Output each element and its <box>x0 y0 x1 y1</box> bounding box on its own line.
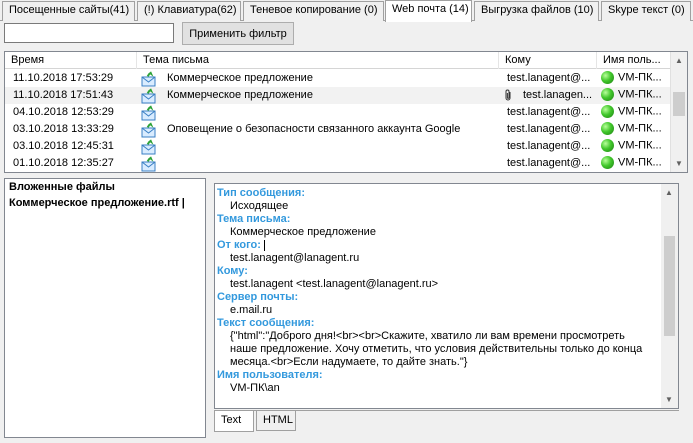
row-subject: Коммерческое предложение <box>167 72 313 84</box>
user-name-label: Имя пользователя: <box>217 369 323 381</box>
outgoing-mail-icon <box>141 70 159 87</box>
row-time: 03.10.2018 13:33:29 <box>13 123 114 135</box>
status-online-icon <box>601 156 614 169</box>
panel-splitter[interactable] <box>208 178 212 438</box>
row-user: VM-ПК... <box>599 121 669 138</box>
from-value: test.lanagent@lanagent.ru <box>230 252 360 264</box>
message-text-label: Текст сообщения: <box>217 317 315 329</box>
to-label: Кому: <box>217 265 248 277</box>
table-body: 11.10.2018 17:53:29 Коммерческое предложе… <box>5 70 672 172</box>
outgoing-mail-icon <box>141 121 159 138</box>
details-scroll-down-icon[interactable]: ▼ <box>661 391 677 408</box>
server-value: e.mail.ru <box>230 304 273 316</box>
row-user: VM-ПК... <box>599 104 669 121</box>
user-name-value: VM-ПК\an <box>230 382 280 394</box>
details-scroll-up-icon[interactable]: ▲ <box>661 184 677 201</box>
column-header-user[interactable]: Имя поль... <box>597 52 672 69</box>
table-row[interactable]: 11.10.2018 17:51:43 Коммерческое предложе… <box>5 87 672 104</box>
column-header-subject[interactable]: Тема письма <box>137 52 499 69</box>
table-row[interactable]: 01.10.2018 12:35:27 test.lanagent@... VM-П… <box>5 155 672 172</box>
status-online-icon <box>601 139 614 152</box>
server-label: Сервер почты: <box>217 291 299 303</box>
outgoing-mail-icon <box>141 104 159 121</box>
table-row[interactable]: 11.10.2018 17:53:29 Коммерческое предложе… <box>5 70 672 87</box>
apply-filter-button[interactable]: Применить фильтр <box>182 22 294 45</box>
subject-value: Коммерческое предложение <box>230 226 376 238</box>
paperclip-icon <box>503 87 517 104</box>
scroll-down-icon[interactable]: ▼ <box>671 155 687 172</box>
attachments-title: Вложенные файлы <box>9 181 115 193</box>
row-subject: Оповещение о безопасности связанного акк… <box>167 123 461 135</box>
table-row[interactable]: 04.10.2018 12:53:29 test.lanagent@... VM-П… <box>5 104 672 121</box>
row-user: VM-ПК... <box>599 87 669 104</box>
row-user-text: VM-ПК... <box>618 122 662 135</box>
status-online-icon <box>601 122 614 135</box>
text-caret <box>263 239 265 251</box>
tab-text[interactable]: Text <box>214 411 254 432</box>
row-user: VM-ПК... <box>599 155 669 172</box>
table-row[interactable]: 03.10.2018 12:45:31 test.lanagent@... VM-П… <box>5 138 672 155</box>
message-type-label: Тип сообщения: <box>217 187 305 199</box>
outgoing-mail-icon <box>141 87 159 104</box>
tab-keyboard[interactable]: (!) Клавиатура(62) <box>137 1 241 21</box>
status-online-icon <box>601 88 614 101</box>
filter-input[interactable] <box>4 23 174 43</box>
row-user-text: VM-ПК... <box>618 105 662 118</box>
row-subject: Коммерческое предложение <box>167 89 313 101</box>
top-tab-bar: Посещенные сайты(41) (!) Клавиатура(62) … <box>0 0 693 22</box>
message-details: Тип сообщения: Исходящее Тема письма: Ко… <box>214 183 679 409</box>
tab-visited-sites[interactable]: Посещенные сайты(41) <box>2 1 135 21</box>
row-user-text: VM-ПК... <box>618 139 662 152</box>
row-time: 03.10.2018 12:45:31 <box>13 140 114 152</box>
table-scrollbar[interactable]: ▲ ▼ <box>670 52 687 172</box>
scroll-up-icon[interactable]: ▲ <box>671 52 687 69</box>
to-value: test.lanagent <test.lanagent@lanagent.ru… <box>230 278 439 290</box>
details-scrollbar[interactable]: ▲ ▼ <box>661 184 678 408</box>
row-user-text: VM-ПК... <box>618 71 662 84</box>
tab-web-mail[interactable]: Web почта (14) <box>385 0 472 22</box>
row-to: test.lanagen... <box>523 89 593 101</box>
tab-html[interactable]: HTML <box>256 411 296 431</box>
details-scroll-thumb[interactable] <box>664 236 675 336</box>
scroll-thumb[interactable] <box>673 92 685 116</box>
row-user: VM-ПК... <box>599 70 669 87</box>
row-time: 04.10.2018 12:53:29 <box>13 106 114 118</box>
row-user: VM-ПК... <box>599 138 669 155</box>
status-online-icon <box>601 105 614 118</box>
table-row[interactable]: 03.10.2018 13:33:29 Оповещение о безопасн… <box>5 121 672 138</box>
from-label-text: От кого: <box>217 239 261 251</box>
row-time: 11.10.2018 17:51:43 <box>13 89 114 101</box>
outgoing-mail-icon <box>141 155 159 172</box>
row-to: test.lanagent@... <box>507 106 591 118</box>
attachment-file[interactable]: Коммерческое предложение.rtf | <box>9 197 205 209</box>
row-to: test.lanagent@... <box>507 140 591 152</box>
row-subject <box>163 104 499 121</box>
subject-label: Тема письма: <box>217 213 291 225</box>
message-type-value: Исходящее <box>230 200 289 212</box>
column-header-time[interactable]: Время <box>5 52 137 69</box>
attachments-panel: Вложенные файлы Коммерческое предложение… <box>4 178 206 438</box>
row-time: 11.10.2018 17:53:29 <box>13 72 114 84</box>
row-time: 01.10.2018 12:35:27 <box>13 157 114 169</box>
row-to: test.lanagent@... <box>507 72 591 84</box>
row-subject <box>163 138 499 155</box>
tab-file-upload[interactable]: Выгрузка файлов (10) <box>474 1 599 21</box>
row-subject <box>163 155 499 172</box>
status-online-icon <box>601 71 614 84</box>
row-to: test.lanagent@... <box>507 123 591 135</box>
column-header-to[interactable]: Кому <box>499 52 597 69</box>
from-label: От кого: <box>215 239 663 252</box>
row-user-text: VM-ПК... <box>618 88 662 101</box>
tab-shadow-copy[interactable]: Теневое копирование (0) <box>243 1 384 21</box>
tab-skype-text[interactable]: Skype текст (0) <box>601 1 691 21</box>
mail-table: Время Тема письма Кому Имя поль... 11.10… <box>4 51 688 173</box>
row-to: test.lanagent@... <box>507 157 591 169</box>
row-user-text: VM-ПК... <box>618 156 662 169</box>
message-text-value: {"html":"Доброго дня!<br><br>Скажите, хв… <box>230 330 643 368</box>
table-header: Время Тема письма Кому Имя поль... <box>5 52 672 69</box>
outgoing-mail-icon <box>141 138 159 155</box>
